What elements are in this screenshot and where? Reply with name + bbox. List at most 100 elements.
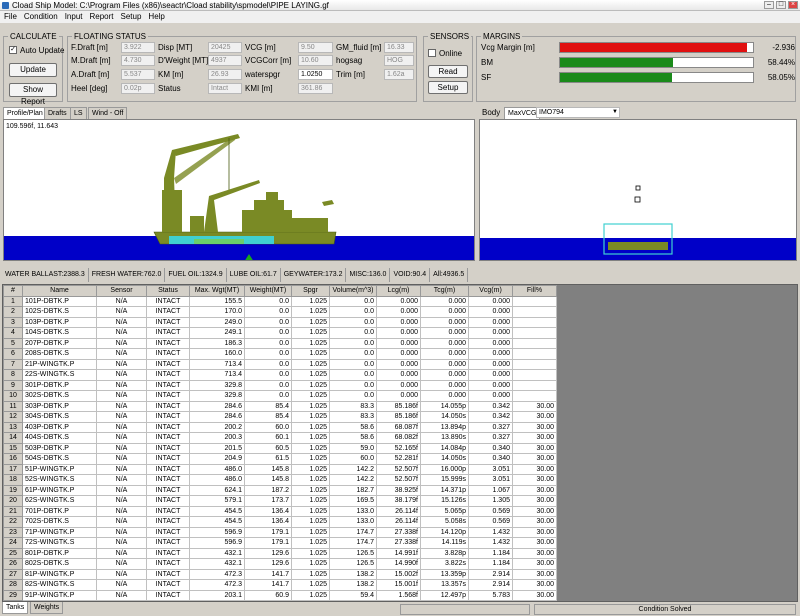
cell-fill-percent[interactable]: 30.00: [512, 558, 557, 570]
cell-spgr[interactable]: 1.025: [291, 295, 330, 307]
table-row[interactable]: 20 62S-WINGTK.S N/A INTACT 579.1 173.7 1.025 16…: [3, 495, 557, 507]
cell-tank-name[interactable]: 207P-DBTK.P: [22, 337, 97, 349]
cell-tcg[interactable]: 15.126s: [420, 495, 469, 507]
cell-weight[interactable]: 0.0: [244, 306, 292, 318]
cell-sensor[interactable]: N/A: [96, 589, 147, 601]
cell-tank-name[interactable]: 802S-DBTK.S: [22, 558, 97, 570]
cell-vcg[interactable]: 0.327: [468, 432, 513, 444]
cell-lcg[interactable]: 52.281f: [376, 453, 421, 465]
cell-volume[interactable]: 0.0: [329, 358, 377, 370]
cell-sensor[interactable]: N/A: [96, 463, 147, 475]
cell-tank-name[interactable]: 82S-WINGTK.S: [22, 579, 97, 591]
col-index[interactable]: #: [3, 285, 23, 297]
cell-row-index[interactable]: 2: [3, 306, 23, 318]
cell-row-index[interactable]: 10: [3, 390, 23, 402]
cell-vcg[interactable]: 1.067: [468, 484, 513, 496]
cell-weight[interactable]: 187.2: [244, 484, 292, 496]
cell-status[interactable]: INTACT: [146, 442, 190, 454]
cell-status[interactable]: INTACT: [146, 505, 190, 517]
col-status[interactable]: Status: [146, 285, 190, 297]
cell-lcg[interactable]: 0.000: [376, 348, 421, 360]
cell-spgr[interactable]: 1.025: [291, 348, 330, 360]
auto-update-checkbox[interactable]: ✓: [9, 46, 17, 54]
cell-sensor[interactable]: N/A: [96, 358, 147, 370]
menu-input[interactable]: Input: [65, 11, 83, 23]
tab-ls[interactable]: LS: [70, 107, 87, 119]
cell-tcg[interactable]: 0.000: [420, 348, 469, 360]
cell-max-weight[interactable]: 596.9: [189, 537, 245, 549]
cell-spgr[interactable]: 1.025: [291, 390, 330, 402]
cell-volume[interactable]: 59.4: [329, 589, 377, 601]
cell-tcg[interactable]: 3.828p: [420, 547, 469, 559]
cell-max-weight[interactable]: 284.6: [189, 411, 245, 423]
cell-tank-name[interactable]: 91P-WINGTK.P: [22, 589, 97, 601]
cell-vcg[interactable]: 0.000: [468, 369, 513, 381]
cell-tcg[interactable]: 0.000: [420, 295, 469, 307]
cell-volume[interactable]: 59.0: [329, 442, 377, 454]
waterspgr-input[interactable]: 1.0250: [298, 69, 333, 80]
cell-tcg[interactable]: 5.058s: [420, 516, 469, 528]
cell-weight[interactable]: 0.0: [244, 316, 292, 328]
cell-spgr[interactable]: 1.025: [291, 463, 330, 475]
tab-profile-plan[interactable]: Profile/Plan: [3, 107, 47, 119]
cell-spgr[interactable]: 1.025: [291, 495, 330, 507]
col-vcg[interactable]: Vcg(m): [468, 285, 513, 297]
cell-sensor[interactable]: N/A: [96, 495, 147, 507]
tank-grid[interactable]: # Name Sensor Status Max. Wgt(MT) Weight…: [2, 284, 798, 602]
cell-max-weight[interactable]: 713.4: [189, 358, 245, 370]
cell-fill-percent[interactable]: 30.00: [512, 474, 557, 486]
cell-vcg[interactable]: 0.000: [468, 337, 513, 349]
cell-tcg[interactable]: 0.000: [420, 316, 469, 328]
cell-volume[interactable]: 0.0: [329, 390, 377, 402]
cell-tank-name[interactable]: 304S-DBTK.S: [22, 411, 97, 423]
cell-status[interactable]: INTACT: [146, 337, 190, 349]
cell-sensor[interactable]: N/A: [96, 484, 147, 496]
cell-vcg[interactable]: 0.000: [468, 358, 513, 370]
cell-sensor[interactable]: N/A: [96, 379, 147, 391]
cell-status[interactable]: INTACT: [146, 516, 190, 528]
cell-tank-name[interactable]: 62S-WINGTK.S: [22, 495, 97, 507]
cell-vcg[interactable]: 0.569: [468, 505, 513, 517]
cell-weight[interactable]: 0.0: [244, 337, 292, 349]
col-tcg[interactable]: Tcg(m): [420, 285, 469, 297]
cell-lcg[interactable]: 52.165f: [376, 442, 421, 454]
cell-vcg[interactable]: 3.051: [468, 474, 513, 486]
cell-lcg[interactable]: 85.186f: [376, 400, 421, 412]
cell-max-weight[interactable]: 201.5: [189, 442, 245, 454]
table-row[interactable]: 8 22S-WINGTK.S N/A INTACT 713.4 0.0 1.025 0.0 0.…: [3, 369, 557, 381]
cell-row-index[interactable]: 29: [3, 589, 23, 601]
cell-fill-percent[interactable]: 30.00: [512, 495, 557, 507]
cell-row-index[interactable]: 9: [3, 379, 23, 391]
cell-tank-name[interactable]: 22S-WINGTK.S: [22, 369, 97, 381]
table-row[interactable]: 25 801P-DBTK.P N/A INTACT 432.1 129.6 1.025 126…: [3, 547, 557, 559]
cell-max-weight[interactable]: 170.0: [189, 306, 245, 318]
cell-status[interactable]: INTACT: [146, 495, 190, 507]
cell-volume[interactable]: 58.6: [329, 421, 377, 433]
cell-vcg[interactable]: 0.000: [468, 327, 513, 339]
table-row[interactable]: 9 301P-DBTK.P N/A INTACT 329.8 0.0 1.025 0.0 0.0…: [3, 379, 557, 391]
cell-tcg[interactable]: 16.000p: [420, 463, 469, 475]
cell-spgr[interactable]: 1.025: [291, 411, 330, 423]
cell-tcg[interactable]: 14.119s: [420, 537, 469, 549]
cell-row-index[interactable]: 19: [3, 484, 23, 496]
cell-spgr[interactable]: 1.025: [291, 558, 330, 570]
cell-vcg[interactable]: 0.000: [468, 390, 513, 402]
menu-setup[interactable]: Setup: [121, 11, 142, 23]
cell-sensor[interactable]: N/A: [96, 348, 147, 360]
cell-status[interactable]: INTACT: [146, 348, 190, 360]
cell-status[interactable]: INTACT: [146, 589, 190, 601]
cell-max-weight[interactable]: 486.0: [189, 463, 245, 475]
cell-lcg[interactable]: 0.000: [376, 327, 421, 339]
tab-wind[interactable]: Wind - Off: [88, 107, 128, 119]
cell-tcg[interactable]: 12.497p: [420, 589, 469, 601]
cell-lcg[interactable]: 38.179f: [376, 495, 421, 507]
cell-max-weight[interactable]: 329.8: [189, 379, 245, 391]
cell-vcg[interactable]: 0.342: [468, 400, 513, 412]
cell-sensor[interactable]: N/A: [96, 400, 147, 412]
table-row[interactable]: 13 403P-DBTK.P N/A INTACT 200.2 60.0 1.025 58.6…: [3, 421, 557, 433]
col-lcg[interactable]: Lcg(m): [376, 285, 421, 297]
cell-spgr[interactable]: 1.025: [291, 327, 330, 339]
cell-lcg[interactable]: 0.000: [376, 379, 421, 391]
cell-weight[interactable]: 0.0: [244, 390, 292, 402]
cell-vcg[interactable]: 0.342: [468, 411, 513, 423]
